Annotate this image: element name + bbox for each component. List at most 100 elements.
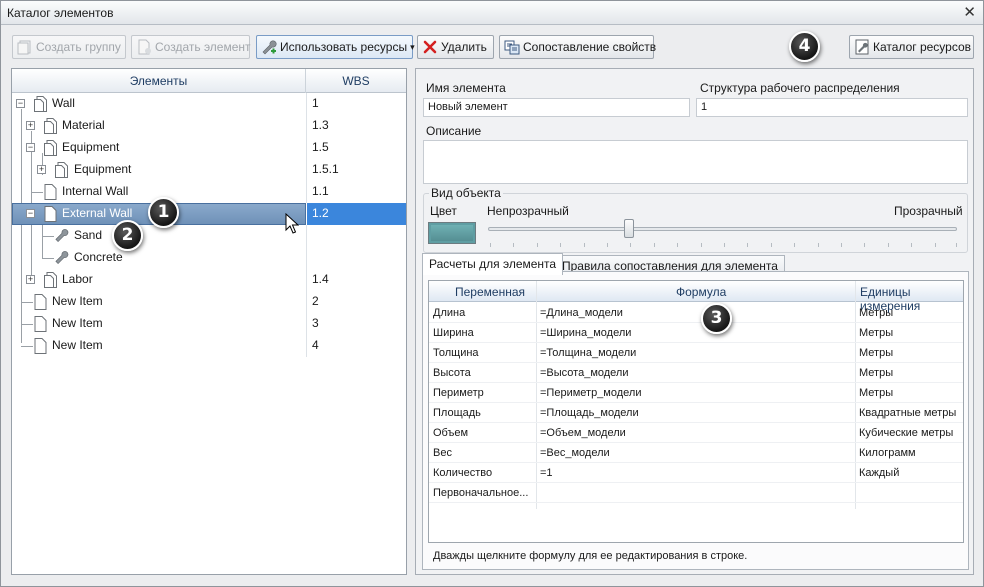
close-icon[interactable]: ✕ [963, 3, 976, 21]
variable-cell: Площадь [433, 407, 481, 419]
formula-cell[interactable]: =Площадь_модели [540, 407, 850, 419]
variable-cell: Вес [433, 447, 452, 459]
variable-column-header[interactable]: Переменная [455, 285, 525, 299]
appearance-group-label: Вид объекта [429, 186, 503, 200]
wrench-icon [55, 229, 69, 242]
tree-item-label: Concrete [74, 250, 123, 264]
create-group-label: Создать группу [36, 40, 121, 54]
tree-row-new-item-2[interactable]: New Item 3 [12, 313, 406, 335]
wbs-label: Структура рабочего распределения [700, 81, 900, 95]
table-row[interactable]: Ширина =Ширина_модели Метры [429, 323, 963, 343]
wrench-plus-icon [262, 40, 277, 55]
document-icon [44, 206, 57, 222]
document-icon [55, 162, 68, 178]
element-tree: Элементы WBS − Wall 1 + Material 1.3 − E… [11, 68, 407, 575]
variable-cell: Количество [433, 467, 493, 479]
create-element-button[interactable]: Создать элемент [131, 35, 251, 59]
expand-icon[interactable]: + [26, 275, 35, 284]
tree-row-equipment-child[interactable]: + Equipment 1.5.1 [12, 159, 406, 181]
tab-element-calculations[interactable]: Расчеты для элемента [422, 253, 564, 275]
table-row[interactable]: Первоначальное... [429, 483, 963, 503]
table-row[interactable]: Вес =Вес_модели Килограмм [429, 443, 963, 463]
formula-cell[interactable]: =Объем_модели [540, 427, 850, 439]
callout-1: 1 [148, 197, 179, 228]
formula-column-header[interactable]: Формула [676, 285, 726, 299]
document-icon [44, 140, 57, 156]
tree-row-new-item-1[interactable]: New Item 2 [12, 291, 406, 313]
variable-cell: Длина [433, 307, 466, 319]
tree-item-label: Sand [74, 228, 103, 242]
delete-button[interactable]: Удалить [417, 35, 494, 59]
chevron-down-icon: ▾ [410, 41, 415, 52]
tree-item-wbs: 1 [312, 96, 319, 110]
units-cell: Метры [859, 327, 894, 339]
map-properties-button[interactable]: Сопоставление свойств [499, 35, 656, 59]
variable-cell: Объем [433, 427, 469, 439]
collapse-icon[interactable]: − [26, 209, 35, 218]
units-cell: Метры [859, 367, 894, 379]
wbs-column-header[interactable]: WBS [306, 69, 406, 93]
description-label: Описание [426, 124, 482, 138]
tree-row-external-wall[interactable]: − External Wall 1.2 [12, 203, 406, 225]
create-element-label: Создать элемент [155, 40, 251, 54]
document-icon [34, 294, 47, 310]
mouse-cursor-icon [285, 213, 299, 234]
table-row[interactable]: Высота =Высота_модели Метры [429, 363, 963, 383]
table-row[interactable]: Периметр =Периметр_модели Метры [429, 383, 963, 403]
collapse-icon[interactable]: − [26, 143, 35, 152]
formula-cell[interactable]: =Высота_модели [540, 367, 850, 379]
tree-item-label: Wall [52, 96, 75, 110]
table-row[interactable]: Длина =Длина_модели Метры [429, 303, 963, 323]
tree-row-labor[interactable]: + Labor 1.4 [12, 269, 406, 291]
element-name-field[interactable]: Новый элемент [423, 98, 690, 117]
transparency-slider-track[interactable] [488, 227, 957, 231]
formula-cell[interactable]: =Длина_модели [540, 307, 850, 319]
item-catalog-window: Каталог элементов ✕ Создать группу Созда… [0, 0, 984, 587]
create-group-button[interactable]: Создать группу [12, 35, 126, 59]
tree-row-internal-wall[interactable]: Internal Wall 1.1 [12, 181, 406, 203]
delete-icon [423, 40, 437, 54]
window-title: Каталог элементов [7, 6, 114, 20]
tree-row-equipment[interactable]: − Equipment 1.5 [12, 137, 406, 159]
tree-row-new-item-3[interactable]: New Item 4 [12, 335, 406, 357]
description-field[interactable] [423, 140, 968, 184]
tree-item-wbs: 1.1 [312, 184, 329, 198]
tree-item-wbs: 1.2 [312, 206, 329, 220]
edit-hint-text: Дважды щелкните формулу для ее редактиро… [433, 550, 748, 562]
tree-row-wall[interactable]: − Wall 1 [12, 93, 406, 115]
wbs-field[interactable]: 1 [696, 98, 968, 117]
wrench-icon [55, 251, 69, 264]
tree-row-material[interactable]: + Material 1.3 [12, 115, 406, 137]
formula-cell[interactable]: =Периметр_модели [540, 387, 850, 399]
element-name-label: Имя элемента [426, 81, 506, 95]
tree-row-concrete[interactable]: Concrete [12, 247, 406, 269]
use-resources-label: Использовать ресурсы [280, 40, 408, 54]
collapse-icon[interactable]: − [16, 99, 25, 108]
tree-item-wbs: 2 [312, 294, 319, 308]
variable-cell: Высота [433, 367, 471, 379]
expand-icon[interactable]: + [26, 121, 35, 130]
table-row[interactable]: Объем =Объем_модели Кубические метры [429, 423, 963, 443]
table-row[interactable]: Площадь =Площадь_модели Квадратные метры [429, 403, 963, 423]
use-resources-button[interactable]: Использовать ресурсы ▾ [256, 35, 415, 59]
formula-cell[interactable]: =1 [540, 467, 850, 479]
units-cell: Кубические метры [859, 427, 954, 439]
transparency-slider-thumb[interactable] [623, 219, 634, 238]
table-row[interactable]: Толщина =Толщина_модели Метры [429, 343, 963, 363]
expand-icon[interactable]: + [37, 165, 46, 174]
tree-item-label: External Wall [62, 206, 133, 220]
formula-cell[interactable]: =Вес_модели [540, 447, 850, 459]
grid-header: Переменная Формула Единицы измерения [429, 281, 963, 313]
tree-item-label: New Item [52, 316, 103, 330]
table-row[interactable]: Количество =1 Каждый [429, 463, 963, 483]
map-properties-icon [504, 40, 520, 55]
document-icon [44, 272, 57, 288]
resource-catalog-button[interactable]: Каталог ресурсов [849, 35, 974, 59]
formula-cell[interactable]: =Ширина_модели [540, 327, 850, 339]
formula-cell[interactable]: =Толщина_модели [540, 347, 850, 359]
document-icon [44, 118, 57, 134]
color-swatch[interactable] [428, 222, 476, 244]
color-label: Цвет [430, 204, 457, 218]
tree-row-sand[interactable]: Sand [12, 225, 406, 247]
elements-column-header[interactable]: Элементы [12, 69, 306, 93]
